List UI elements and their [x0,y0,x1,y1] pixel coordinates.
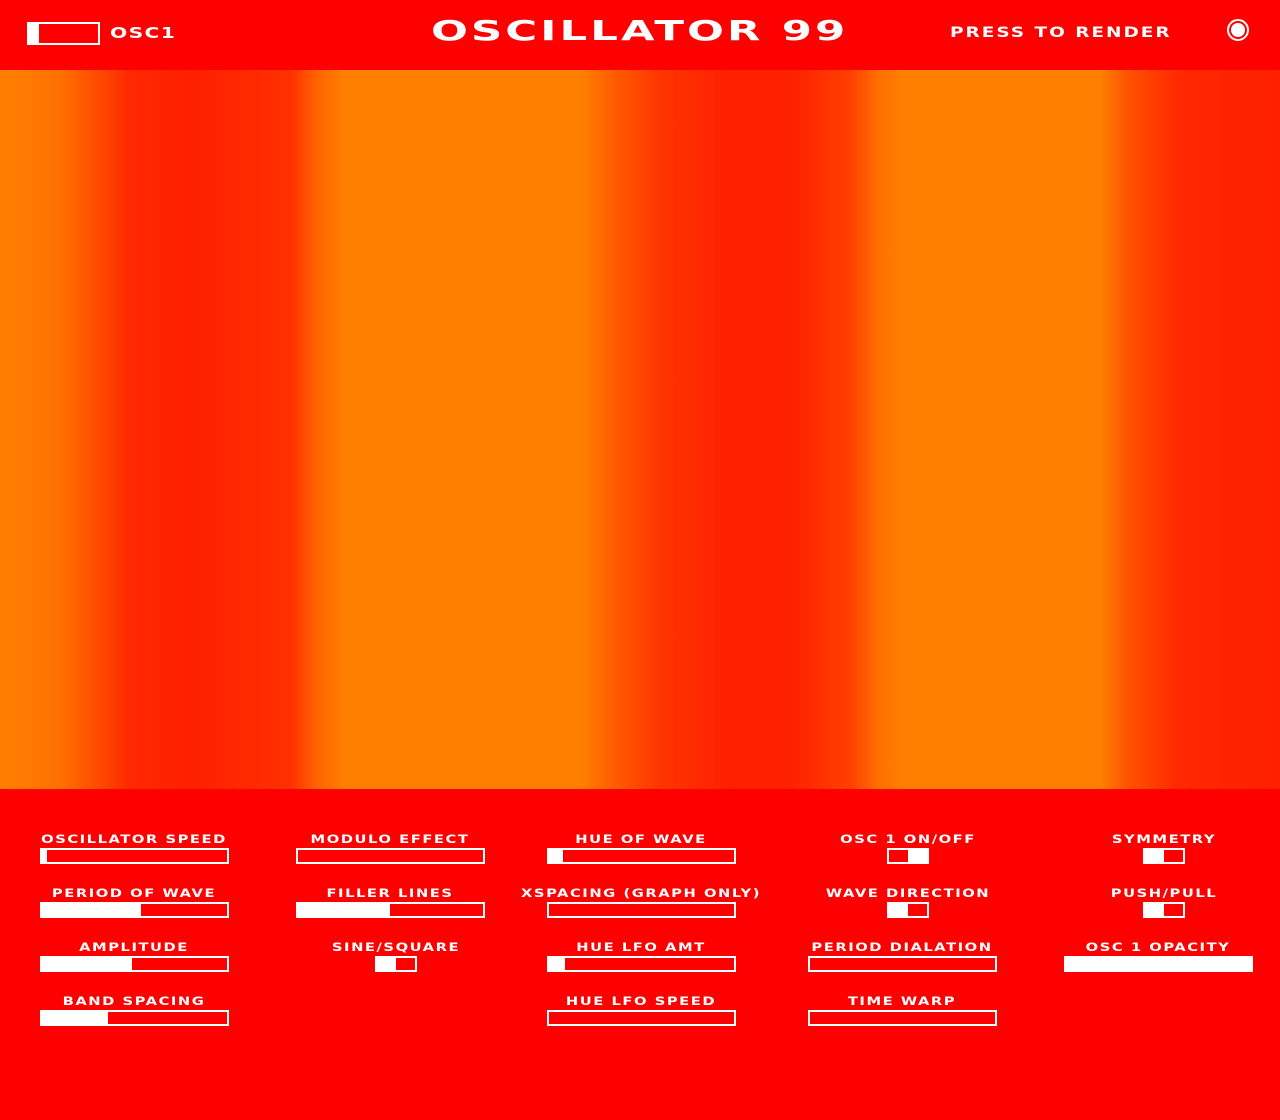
control-osc1-on-off: OSC 1 ON/OFF [808,831,1008,864]
control-time-warp: TIME WARP [802,993,1002,1026]
wave-direction-toggle[interactable] [887,902,929,918]
band-spacing-label: BAND SPACING [62,994,206,1008]
hue-of-wave-label: HUE OF WAVE [575,832,707,846]
toggle-knob [1145,904,1164,916]
control-hue-lfo-speed: HUE LFO SPEED [541,993,741,1026]
control-hue-of-wave: HUE OF WAVE [541,831,741,864]
modulo-effect-slider[interactable] [295,848,485,864]
filler-lines-slider[interactable] [295,902,485,918]
time-warp-label: TIME WARP [847,994,957,1008]
control-period-dialation: PERIOD DIALATION [802,939,1002,972]
control-amplitude: AMPLITUDE [34,939,234,972]
toggle-knob [377,958,396,970]
toggle-knob [1145,850,1164,862]
toggle-knob [889,904,908,916]
render-label[interactable]: PRESS TO RENDER [950,25,1172,41]
wave-direction-label: WAVE DIRECTION [825,886,991,900]
symmetry-toggle[interactable] [1143,848,1185,864]
slider-fill [297,904,390,916]
push-pull-toggle[interactable] [1143,902,1185,918]
control-modulo-effect: MODULO EFFECT [290,831,490,864]
period-of-wave-slider[interactable] [39,902,229,918]
push-pull-label: PUSH/PULL [1110,886,1218,900]
slider-fill [41,904,142,916]
osc1-opacity-label: OSC 1 OPACITY [1085,940,1231,954]
amplitude-slider[interactable] [39,956,229,972]
control-filler-lines: FILLER LINES [290,885,490,918]
slider-fill [41,850,48,862]
period-of-wave-label: PERIOD OF WAVE [51,886,217,900]
control-sine-square: SINE/SQUARE [296,939,496,972]
hue-lfo-speed-slider[interactable] [546,1010,736,1026]
oscillator-canvas [0,70,1280,789]
toggle-knob [908,850,927,862]
control-wave-direction: WAVE DIRECTION [808,885,1008,918]
xspacing-slider[interactable] [546,902,736,918]
control-oscillator-speed: OSCILLATOR SPEED [34,831,234,864]
control-hue-lfo-amt: HUE LFO AMT [541,939,741,972]
slider-fill [548,958,566,970]
filler-lines-label: FILLER LINES [326,886,454,900]
render-button[interactable] [1227,19,1249,41]
sine-square-label: SINE/SQUARE [331,940,461,954]
hue-lfo-speed-label: HUE LFO SPEED [565,994,717,1008]
control-symmetry: SYMMETRY [1064,831,1264,864]
osc1-on-off-toggle[interactable] [887,848,929,864]
control-band-spacing: BAND SPACING [34,993,234,1026]
time-warp-slider[interactable] [807,1010,997,1026]
slider-fill [1065,958,1251,970]
amplitude-label: AMPLITUDE [79,940,189,954]
sine-square-toggle[interactable] [375,956,417,972]
band-spacing-slider[interactable] [39,1010,229,1026]
oscillator-speed-label: OSCILLATOR SPEED [41,832,227,846]
period-dialation-label: PERIOD DIALATION [811,940,993,954]
slider-fill [41,1012,109,1024]
control-period-of-wave: PERIOD OF WAVE [34,885,234,918]
slider-fill [41,958,133,970]
symmetry-label: SYMMETRY [1111,832,1217,846]
oscillator-speed-slider[interactable] [39,848,229,864]
hue-of-wave-slider[interactable] [546,848,736,864]
osc1-on-off-label: OSC 1 ON/OFF [840,832,976,846]
app-title-text: OSCILLATOR 99 [431,14,849,47]
modulo-effect-label: MODULO EFFECT [310,832,470,846]
control-xspacing: XSPACING (GRAPH ONLY) [521,885,759,918]
slider-fill [548,850,564,862]
top-bar: OSC1 OSCILLATOR 99 PRESS TO RENDER [0,0,1280,70]
xspacing-label: XSPACING (GRAPH ONLY) [521,886,761,900]
osc1-opacity-slider[interactable] [1063,956,1253,972]
hue-lfo-amt-slider[interactable] [546,956,736,972]
period-dialation-slider[interactable] [807,956,997,972]
hue-lfo-amt-label: HUE LFO AMT [576,940,706,954]
control-push-pull: PUSH/PULL [1064,885,1264,918]
control-osc1-opacity: OSC 1 OPACITY [1058,939,1258,972]
